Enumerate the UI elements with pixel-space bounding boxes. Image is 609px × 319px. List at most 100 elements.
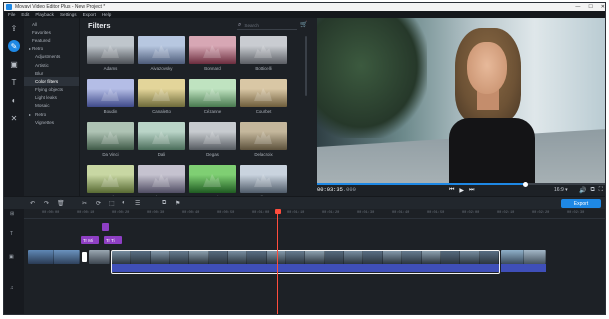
transition-marker[interactable] — [82, 252, 87, 262]
title-track-icon: T — [10, 231, 14, 237]
expand-arrow-icon[interactable]: ▸ — [29, 46, 31, 51]
ruler-tick-label: 00:00:00 — [42, 211, 60, 215]
audio-waveform[interactable] — [501, 264, 546, 272]
filter-thumbnail[interactable]: Courbet — [240, 79, 287, 117]
category-item[interactable]: Adjustments — [24, 53, 79, 61]
filter-preview-image — [87, 36, 134, 64]
menu-playback[interactable]: Playback — [35, 12, 54, 17]
add-track-icon[interactable]: ⊞ — [10, 211, 14, 217]
category-label: Flying objects — [35, 87, 64, 93]
redo-icon[interactable]: ↷ — [44, 200, 49, 207]
undo-icon[interactable]: ↶ — [30, 200, 35, 207]
filter-thumbnail[interactable]: Botticelli — [240, 36, 287, 74]
insert-media-icon[interactable]: ⧉ — [162, 200, 166, 207]
menu-export[interactable]: Export — [83, 12, 96, 17]
timecode: 00:03:35.000 — [317, 187, 356, 193]
filter-name: Botticelli — [255, 66, 272, 71]
detach-preview-icon[interactable]: ⧉ — [590, 187, 594, 194]
category-item[interactable]: Flying objects — [24, 86, 79, 94]
fullscreen-icon[interactable]: ⛶ — [599, 187, 603, 194]
filter-thumbnail[interactable]: Da Vinci — [87, 122, 134, 160]
filters-icon[interactable]: ✎ — [8, 40, 20, 52]
category-label: All — [32, 21, 38, 27]
playback-bar: 00:03:35.000 ⏮ ▶ ⏭ 16:9 ▾ 🔊 ⧉ ⛶ — [317, 181, 605, 196]
color-adjust-icon[interactable]: ◐ — [122, 200, 126, 206]
filter-preview-image — [240, 165, 287, 193]
title-clip[interactable]: Tr Mi — [81, 236, 99, 244]
category-item[interactable]: Mosaic — [24, 102, 79, 110]
video-clip[interactable] — [89, 250, 110, 264]
filter-preview-image — [189, 165, 236, 193]
title-clip-marker[interactable] — [102, 223, 109, 231]
ruler-tick-label: 00:01:20 — [322, 211, 340, 215]
next-frame-icon[interactable]: ⏭ — [469, 187, 474, 194]
filter-thumbnail[interactable]: Dali — [138, 122, 185, 160]
rotate-icon[interactable]: ⟳ — [96, 200, 101, 207]
category-item[interactable]: Color filters — [24, 77, 79, 86]
scrubber-progress — [317, 183, 526, 185]
filter-preview-image — [138, 122, 185, 150]
filter-thumbnail[interactable]: Bonnard — [189, 36, 236, 74]
delete-icon[interactable]: 🗑 — [57, 200, 65, 207]
filter-scrollbar[interactable] — [305, 36, 307, 96]
window-title: Movavi Video Editor Plus - New Project * — [15, 4, 106, 10]
filter-preview-image — [87, 122, 134, 150]
filter-preview-image — [138, 165, 185, 193]
split-icon[interactable]: ✂ — [82, 200, 87, 207]
video-preview — [317, 18, 605, 183]
playhead-handle[interactable] — [274, 209, 281, 214]
filter-thumbnail[interactable]: Adams — [87, 36, 134, 74]
export-button[interactable]: Export — [561, 199, 601, 208]
more-tools-icon[interactable]: ✕ — [8, 112, 20, 124]
clip-properties-icon[interactable]: ☰ — [135, 200, 140, 207]
minimize-icon[interactable]: — — [575, 4, 580, 10]
crop-icon[interactable]: ⬚ — [109, 200, 115, 207]
filter-thumbnail[interactable]: Cézanne — [189, 79, 236, 117]
titles-icon[interactable]: T — [8, 76, 20, 88]
filter-thumbnail[interactable]: Boudin — [87, 79, 134, 117]
title-clip[interactable]: Tr Ti — [104, 236, 122, 244]
transitions-icon[interactable]: ▣ — [8, 58, 20, 70]
filter-thumbnail[interactable]: Delacroix — [240, 122, 287, 160]
favorites-cart-icon[interactable]: 🛒 — [300, 21, 307, 28]
close-icon[interactable]: ✕ — [601, 4, 605, 10]
category-item[interactable]: Light leaks — [24, 94, 79, 102]
filter-name: Adams — [103, 66, 118, 71]
maximize-icon[interactable]: ☐ — [588, 4, 592, 10]
previous-frame-icon[interactable]: ⏮ — [449, 187, 454, 194]
category-item[interactable]: Blur — [24, 69, 79, 77]
category-item[interactable]: Vignettes — [24, 118, 79, 126]
filter-preview-image — [87, 79, 134, 107]
category-item[interactable]: ▸ Retro — [24, 110, 79, 118]
menu-edit[interactable]: Edit — [21, 12, 29, 17]
expand-arrow-icon[interactable]: ▸ — [29, 112, 31, 117]
category-item[interactable]: Artistic — [24, 61, 79, 69]
marker-icon[interactable]: ⚑ — [175, 200, 180, 207]
category-item[interactable]: All — [24, 20, 79, 28]
timeline-playhead[interactable] — [277, 209, 278, 314]
stickers-icon[interactable]: ◐ — [8, 94, 20, 106]
import-icon[interactable]: ⇪ — [8, 22, 20, 34]
preview-tools: 🔊 ⧉ ⛶ — [579, 187, 603, 194]
timeline-ruler[interactable]: 00:00:00 00:00:10 00:00:20 00:00:30 00:00:40… — [24, 209, 605, 219]
volume-icon[interactable]: 🔊 — [579, 187, 586, 194]
category-item[interactable]: ▸ Retro — [24, 45, 79, 53]
menu-help[interactable]: Help — [102, 12, 111, 17]
filter-thumbnail[interactable]: Aivazovsky — [138, 36, 185, 74]
category-item[interactable]: Featured — [24, 36, 79, 44]
menu-file[interactable]: File — [8, 12, 15, 17]
video-clip[interactable] — [28, 250, 80, 264]
menu-settings[interactable]: Settings — [60, 12, 77, 17]
ruler-tick-label: 00:00:40 — [182, 211, 200, 215]
filter-thumbnail[interactable]: Canaletto — [138, 79, 185, 117]
filter-name: Delacroix — [254, 152, 273, 157]
aspect-ratio-select[interactable]: 16:9 ▾ — [554, 187, 568, 193]
search-input[interactable] — [244, 22, 290, 28]
filter-thumbnail[interactable]: Degas — [189, 122, 236, 160]
category-item[interactable]: Favorites — [24, 28, 79, 36]
video-clip[interactable] — [501, 250, 546, 264]
scrubber-handle[interactable] — [523, 181, 529, 187]
play-icon[interactable]: ▶ — [459, 187, 464, 194]
playback-scrubber[interactable] — [317, 181, 605, 187]
filter-name: Courbet — [255, 109, 272, 114]
